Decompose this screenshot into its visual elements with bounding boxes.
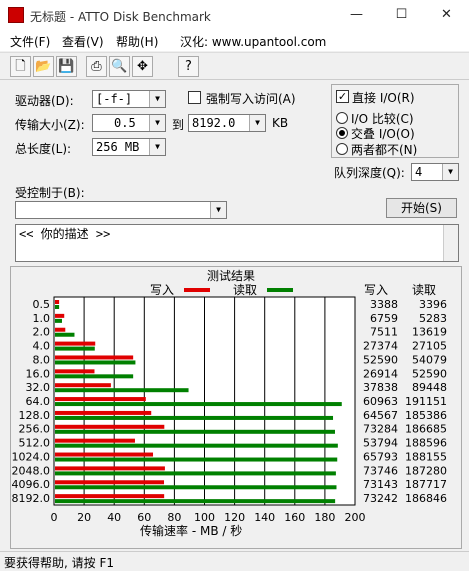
- write-value: 6759: [370, 312, 398, 325]
- read-value: 54079: [412, 353, 447, 366]
- read-bar: [55, 485, 337, 490]
- read-bar: [55, 346, 95, 351]
- read-value: 191151: [405, 395, 447, 408]
- y-tick-label: 256.0: [19, 423, 51, 436]
- write-value: 60963: [363, 395, 398, 408]
- write-value: 73242: [363, 492, 398, 505]
- read-bar: [55, 471, 336, 476]
- y-tick-label: 512.0: [19, 437, 51, 450]
- read-bar: [55, 332, 75, 337]
- write-value: 64567: [363, 409, 398, 422]
- y-tick-label: 8192.0: [12, 492, 51, 505]
- write-value: 73143: [363, 478, 398, 491]
- write-value: 3388: [370, 298, 398, 311]
- read-bar: [55, 457, 338, 462]
- write-value: 53794: [363, 437, 398, 450]
- write-bar: [55, 452, 154, 457]
- write-value: 27374: [363, 340, 398, 353]
- read-value: 188596: [405, 437, 447, 450]
- x-tick-label: 160: [284, 511, 305, 524]
- y-tick-label: 8.0: [33, 353, 51, 366]
- y-tick-label: 32.0: [26, 381, 51, 394]
- y-tick-label: 4096.0: [12, 478, 51, 491]
- write-value: 65793: [363, 450, 398, 463]
- write-bar: [55, 466, 165, 471]
- x-tick-label: 140: [254, 511, 275, 524]
- x-tick-label: 40: [107, 511, 121, 524]
- write-bar: [55, 410, 152, 415]
- read-value: 3396: [419, 298, 447, 311]
- x-tick-label: 180: [314, 511, 335, 524]
- x-axis-label: 传输速率 - MB / 秒: [140, 524, 243, 538]
- read-value: 27105: [412, 340, 447, 353]
- write-value: 52590: [363, 353, 398, 366]
- read-bar: [55, 415, 334, 420]
- write-bar: [55, 300, 60, 304]
- write-bar: [55, 369, 95, 374]
- read-value: 5283: [419, 312, 447, 325]
- write-value: 73746: [363, 464, 398, 477]
- read-value: 185386: [405, 409, 447, 422]
- write-bar: [55, 327, 66, 332]
- write-bar: [55, 424, 165, 429]
- read-value: 188155: [405, 450, 447, 463]
- read-value: 187717: [405, 478, 447, 491]
- read-bar: [55, 388, 189, 393]
- read-bar: [55, 443, 338, 448]
- status-bar: 要获得帮助, 请按 F1: [0, 551, 469, 570]
- y-tick-label: 128.0: [19, 409, 51, 422]
- read-bar: [55, 402, 342, 407]
- read-value: 187280: [405, 464, 447, 477]
- write-bar: [55, 494, 165, 499]
- read-value: 186846: [405, 492, 447, 505]
- read-bar: [55, 360, 136, 365]
- write-bar: [55, 480, 165, 485]
- read-bar: [55, 429, 335, 434]
- write-value: 73284: [363, 423, 398, 436]
- write-bar: [55, 313, 65, 318]
- y-tick-label: 4.0: [33, 340, 51, 353]
- write-bar: [55, 341, 96, 346]
- read-bar: [55, 318, 62, 323]
- y-tick-label: 0.5: [33, 298, 51, 311]
- y-tick-label: 2.0: [33, 326, 51, 339]
- write-bar: [55, 438, 135, 443]
- bar-chart: 0 20 40 60 80 100 120 140 160 180 2000.5 3388 33961.…: [12, 296, 447, 524]
- read-bar: [55, 499, 336, 504]
- y-tick-label: 1024.0: [12, 450, 51, 463]
- y-tick-label: 16.0: [26, 367, 51, 380]
- read-value: 52590: [412, 367, 447, 380]
- write-value: 7511: [370, 326, 398, 339]
- y-tick-label: 64.0: [26, 395, 51, 408]
- write-bar: [55, 397, 146, 402]
- read-bar: [55, 374, 134, 379]
- read-value: 13619: [412, 326, 447, 339]
- write-bar: [55, 383, 111, 388]
- x-tick-label: 200: [345, 511, 366, 524]
- write-value: 26914: [363, 367, 398, 380]
- write-bar: [55, 355, 134, 360]
- status-text: 要获得帮助, 请按 F1: [4, 556, 114, 570]
- read-value: 89448: [412, 381, 447, 394]
- x-tick-label: 0: [51, 511, 58, 524]
- read-value: 186685: [405, 423, 447, 436]
- y-tick-label: 2048.0: [12, 464, 51, 477]
- y-tick-label: 1.0: [33, 312, 51, 325]
- x-tick-label: 20: [77, 511, 91, 524]
- write-value: 37838: [363, 381, 398, 394]
- read-bar: [55, 305, 60, 309]
